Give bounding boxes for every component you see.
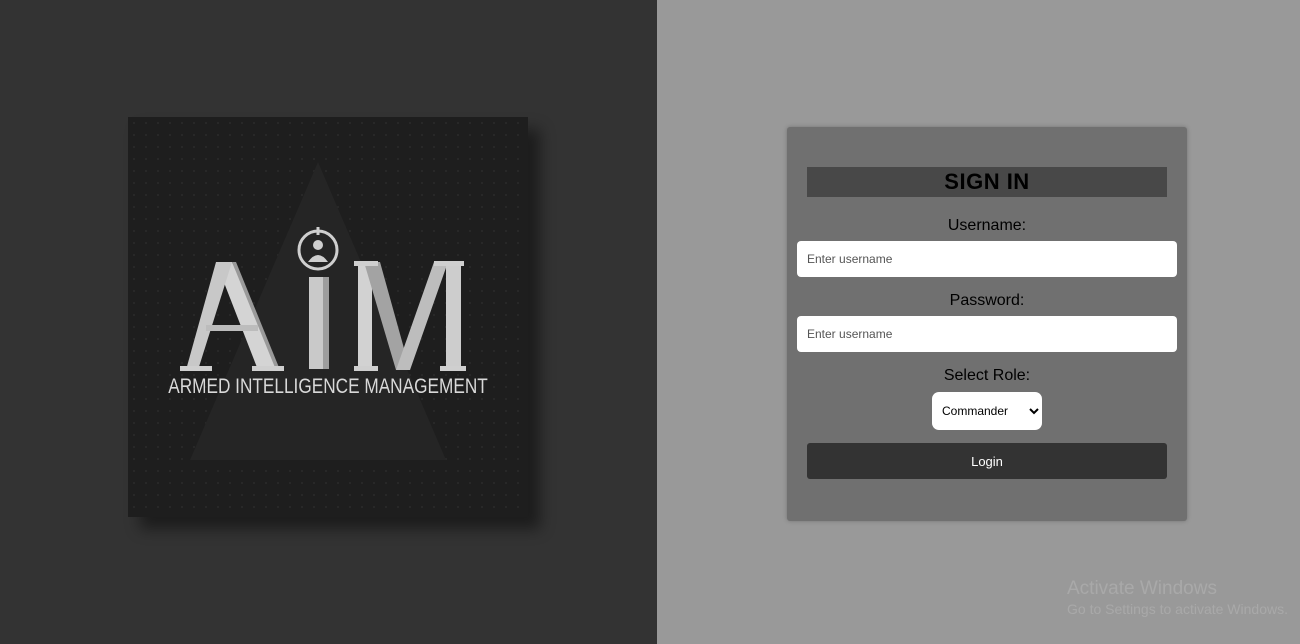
- signin-form: SIGN IN Username: Password: Select Role:…: [787, 127, 1187, 521]
- password-input[interactable]: [797, 316, 1177, 352]
- aim-logo: ARMED INTELLIGENCE MANAGEMENT: [128, 117, 528, 517]
- watermark-subtitle: Go to Settings to activate Windows.: [1067, 601, 1288, 617]
- logo-letter-i: [309, 277, 329, 369]
- username-input[interactable]: [797, 241, 1177, 277]
- login-button[interactable]: Login: [807, 443, 1167, 479]
- role-label: Select Role:: [943, 367, 1031, 384]
- login-page: ARMED INTELLIGENCE MANAGEMENT SIGN IN Us…: [0, 0, 1300, 644]
- role-select[interactable]: Commander: [932, 392, 1042, 430]
- left-panel: ARMED INTELLIGENCE MANAGEMENT: [0, 0, 657, 644]
- password-label: Password:: [949, 292, 1025, 309]
- username-label: Username:: [947, 217, 1027, 234]
- watermark-title: Activate Windows: [1067, 578, 1217, 599]
- logo-letter-m: [354, 261, 466, 371]
- signin-title: SIGN IN: [807, 167, 1167, 197]
- logo-graphic: [180, 162, 466, 460]
- logo-subtitle: ARMED INTELLIGENCE MANAGEMENT: [168, 375, 488, 398]
- activate-windows-watermark: Activate Windows Go to Settings to activ…: [1067, 578, 1288, 618]
